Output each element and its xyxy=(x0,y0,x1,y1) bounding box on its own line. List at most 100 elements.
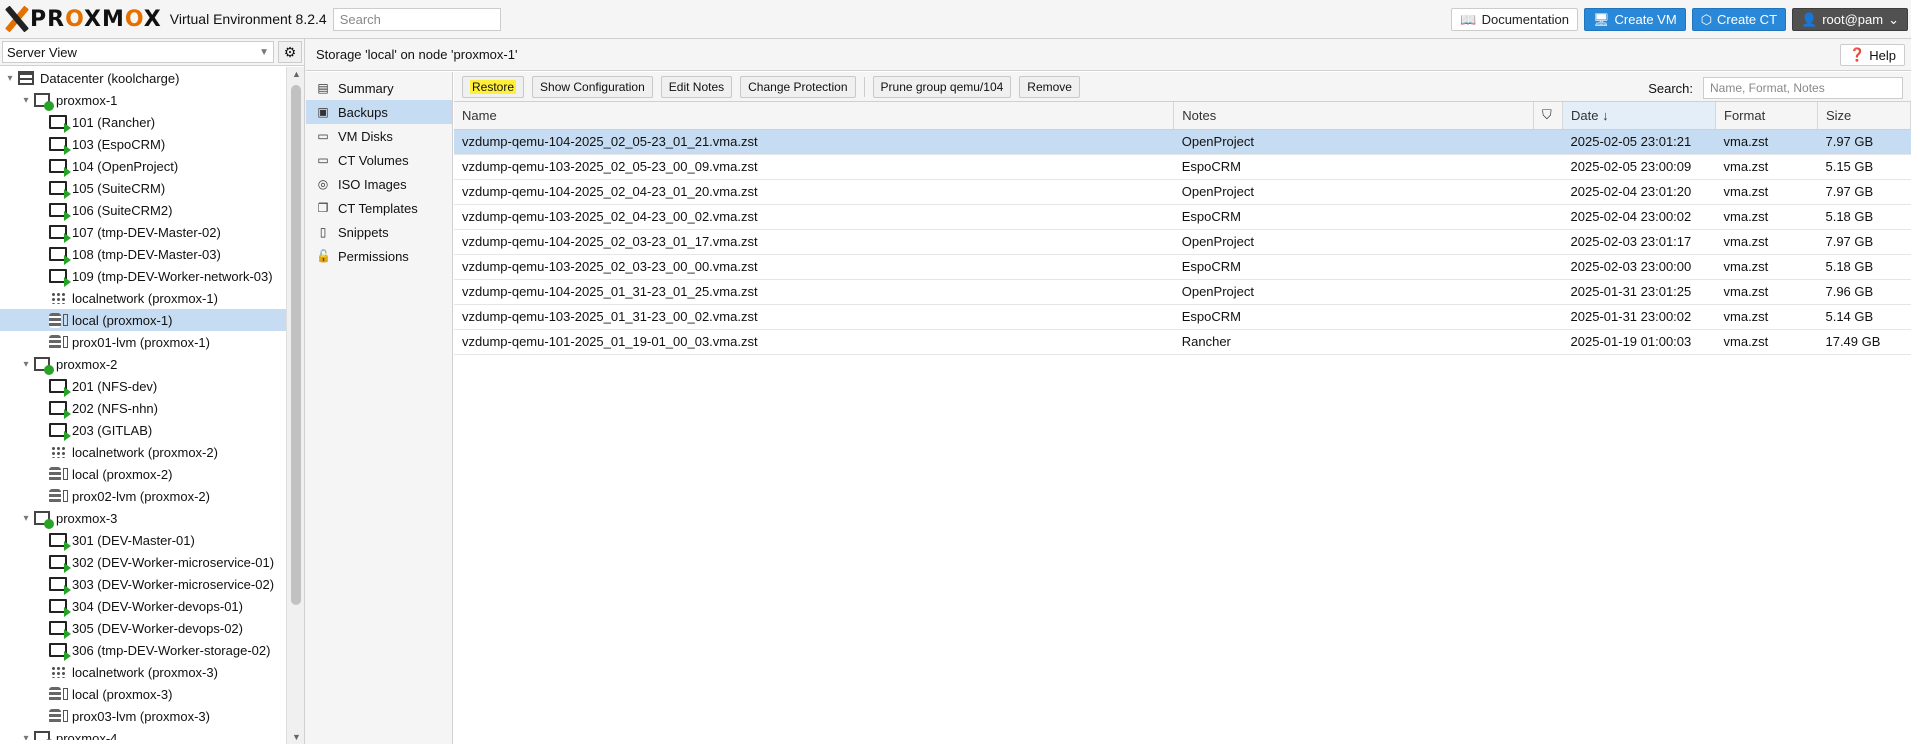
cell-name: vzdump-qemu-104-2025_02_03-23_01_17.vma.… xyxy=(454,229,1174,255)
nav-item-summary[interactable]: ▤ Summary xyxy=(306,76,452,100)
tree-item[interactable]: prox02-lvm (proxmox-2) xyxy=(0,485,286,507)
tree-item[interactable]: localnetwork (proxmox-3) xyxy=(0,661,286,683)
tree-item[interactable]: 203 (GITLAB) xyxy=(0,419,286,441)
nav-item-ct-templates[interactable]: ❐ CT Templates xyxy=(306,196,452,220)
expand-toggle-icon[interactable]: ▾ xyxy=(4,73,16,84)
tree-item[interactable]: 301 (DEV-Master-01) xyxy=(0,529,286,551)
show-configuration-button[interactable]: Show Configuration xyxy=(532,75,653,98)
cell-date: 2025-02-04 23:00:02 xyxy=(1562,204,1716,230)
documentation-button[interactable]: 📖 Documentation xyxy=(1451,8,1579,31)
edit-notes-button[interactable]: Edit Notes xyxy=(660,75,733,98)
proxmox-x-icon xyxy=(4,6,30,32)
user-menu-button[interactable]: 👤 root@pam ⌄ xyxy=(1792,8,1908,31)
tree-item[interactable]: localnetwork (proxmox-1) xyxy=(0,287,286,309)
create-vm-button[interactable]: 🖥 Create VM xyxy=(1584,8,1686,31)
scrollbar-thumb[interactable] xyxy=(291,85,301,605)
tree-item[interactable]: local (proxmox-2) xyxy=(0,463,286,485)
storage-nav: ▤ Summary ▣ Backups ▭ VM Disks ▭ CT Volumes ◎ ISO… xyxy=(306,72,453,744)
cell-protected xyxy=(1533,179,1563,205)
tree-item[interactable]: 105 (SuiteCRM) xyxy=(0,177,286,199)
tree-scrollbar[interactable]: ▲ ▼ xyxy=(286,67,304,744)
cell-date: 2025-01-31 23:01:25 xyxy=(1562,279,1716,305)
column-header-notes[interactable]: Notes xyxy=(1173,102,1535,130)
nav-item-permissions[interactable]: 🔓 Permissions xyxy=(306,244,452,268)
tree-item[interactable]: local (proxmox-1) xyxy=(0,309,286,331)
tree-item[interactable]: 101 (Rancher) xyxy=(0,111,286,133)
table-row[interactable]: vzdump-qemu-104-2025_02_03-23_01_17.vma.… xyxy=(454,229,1911,255)
tree-item[interactable]: 303 (DEV-Worker-microservice-02) xyxy=(0,573,286,595)
expand-toggle-icon[interactable]: ▾ xyxy=(20,359,32,370)
scroll-up-icon[interactable]: ▲ xyxy=(292,69,301,79)
cell-protected xyxy=(1533,129,1563,155)
nav-item-vm-disks[interactable]: ▭ VM Disks xyxy=(306,124,452,148)
cell-format: vma.zst xyxy=(1715,204,1818,230)
cell-protected xyxy=(1533,304,1563,330)
nav-item-ct-volumes[interactable]: ▭ CT Volumes xyxy=(306,148,452,172)
vm-icon xyxy=(48,269,71,287)
tree-item[interactable]: 108 (tmp-DEV-Master-03) xyxy=(0,243,286,265)
nav-item-backups[interactable]: ▣ Backups xyxy=(306,100,452,124)
tree-item[interactable]: 109 (tmp-DEV-Worker-network-03) xyxy=(0,265,286,287)
proxmox-logo[interactable]: PROXMOX xyxy=(4,4,162,34)
column-header-protected[interactable]: ⛉ xyxy=(1533,102,1564,130)
tree-item[interactable]: 305 (DEV-Worker-devops-02) xyxy=(0,617,286,639)
table-row[interactable]: vzdump-qemu-103-2025_02_04-23_00_02.vma.… xyxy=(454,204,1911,230)
table-row[interactable]: vzdump-qemu-103-2025_02_03-23_00_00.vma.… xyxy=(454,254,1911,280)
tree-item-label: 104 (OpenProject) xyxy=(72,158,179,174)
cell-date: 2025-01-19 01:00:03 xyxy=(1562,329,1716,355)
expand-toggle-icon[interactable]: ▾ xyxy=(20,95,32,106)
global-search-input[interactable]: Search xyxy=(332,7,501,31)
server-icon xyxy=(32,731,54,740)
column-header-name[interactable]: Name xyxy=(454,102,1175,130)
tree-item-label: prox01-lvm (proxmox-1) xyxy=(72,334,210,350)
table-row[interactable]: vzdump-qemu-104-2025_02_04-23_01_20.vma.… xyxy=(454,179,1911,205)
tree-item[interactable]: prox01-lvm (proxmox-1) xyxy=(0,331,286,353)
restore-button[interactable]: Restore xyxy=(462,75,525,98)
column-header-date[interactable]: Date ↓ xyxy=(1562,102,1717,130)
main-panel: Storage 'local' on node 'proxmox-1' ❓ He… xyxy=(306,39,1911,744)
tree-item-label: local (proxmox-1) xyxy=(72,312,173,328)
scroll-down-icon[interactable]: ▼ xyxy=(292,732,301,742)
tree-item[interactable]: 306 (tmp-DEV-Worker-storage-02) xyxy=(0,639,286,661)
tree-item-label: 101 (Rancher) xyxy=(72,114,156,130)
tree-item[interactable]: 304 (DEV-Worker-devops-01) xyxy=(0,595,286,617)
table-row[interactable]: vzdump-qemu-104-2025_01_31-23_01_25.vma.… xyxy=(454,279,1911,305)
tree-item[interactable]: ▾ proxmox-2 xyxy=(0,353,286,375)
expand-toggle-icon[interactable]: ▾ xyxy=(20,733,32,741)
gear-icon[interactable]: ⚙ xyxy=(278,41,302,63)
column-header-format[interactable]: Format xyxy=(1715,102,1818,130)
create-ct-button[interactable]: ⬡ Create CT xyxy=(1691,8,1787,31)
table-row[interactable]: vzdump-qemu-104-2025_02_05-23_01_21.vma.… xyxy=(454,129,1911,155)
cell-notes: OpenProject xyxy=(1173,279,1534,305)
table-row[interactable]: vzdump-qemu-103-2025_01_31-23_00_02.vma.… xyxy=(454,304,1911,330)
tree-item[interactable]: prox03-lvm (proxmox-3) xyxy=(0,705,286,727)
cell-size: 7.97 GB xyxy=(1817,129,1911,155)
column-header-size[interactable]: Size xyxy=(1817,102,1911,130)
tree-item[interactable]: ▾ proxmox-4 xyxy=(0,727,286,740)
tree-item[interactable]: local (proxmox-3) xyxy=(0,683,286,705)
prune-group-button[interactable]: Prune group qemu/104 xyxy=(872,75,1012,98)
tree-item[interactable]: 106 (SuiteCRM2) xyxy=(0,199,286,221)
nav-item-iso-images[interactable]: ◎ ISO Images xyxy=(306,172,452,196)
expand-toggle-icon[interactable]: ▾ xyxy=(20,513,32,524)
table-row[interactable]: vzdump-qemu-103-2025_02_05-23_00_09.vma.… xyxy=(454,154,1911,180)
tree-item[interactable]: 202 (NFS-nhn) xyxy=(0,397,286,419)
tree-item[interactable]: 104 (OpenProject) xyxy=(0,155,286,177)
change-protection-button[interactable]: Change Protection xyxy=(740,75,856,98)
backup-search-input[interactable]: Name, Format, Notes xyxy=(1703,77,1903,99)
remove-button[interactable]: Remove xyxy=(1019,75,1080,98)
tree-item[interactable]: 201 (NFS-dev) xyxy=(0,375,286,397)
tree-item[interactable]: ▾ proxmox-1 xyxy=(0,89,286,111)
view-selector[interactable]: Server View ▼ xyxy=(2,41,274,63)
tree-item[interactable]: localnetwork (proxmox-2) xyxy=(0,441,286,463)
nav-item-snippets[interactable]: ▯ Snippets xyxy=(306,220,452,244)
table-row[interactable]: vzdump-qemu-101-2025_01_19-01_00_03.vma.… xyxy=(454,329,1911,355)
tree-item[interactable]: ▾ proxmox-3 xyxy=(0,507,286,529)
tree-item[interactable]: 107 (tmp-DEV-Master-02) xyxy=(0,221,286,243)
tree-item[interactable]: 103 (EspoCRM) xyxy=(0,133,286,155)
tree-item[interactable]: ▾ Datacenter (koolcharge) xyxy=(0,67,286,89)
help-button[interactable]: ❓ Help xyxy=(1840,44,1905,66)
storage-icon xyxy=(48,708,68,724)
tree-item[interactable]: 302 (DEV-Worker-microservice-01) xyxy=(0,551,286,573)
cell-date: 2025-02-03 23:00:00 xyxy=(1562,254,1716,280)
